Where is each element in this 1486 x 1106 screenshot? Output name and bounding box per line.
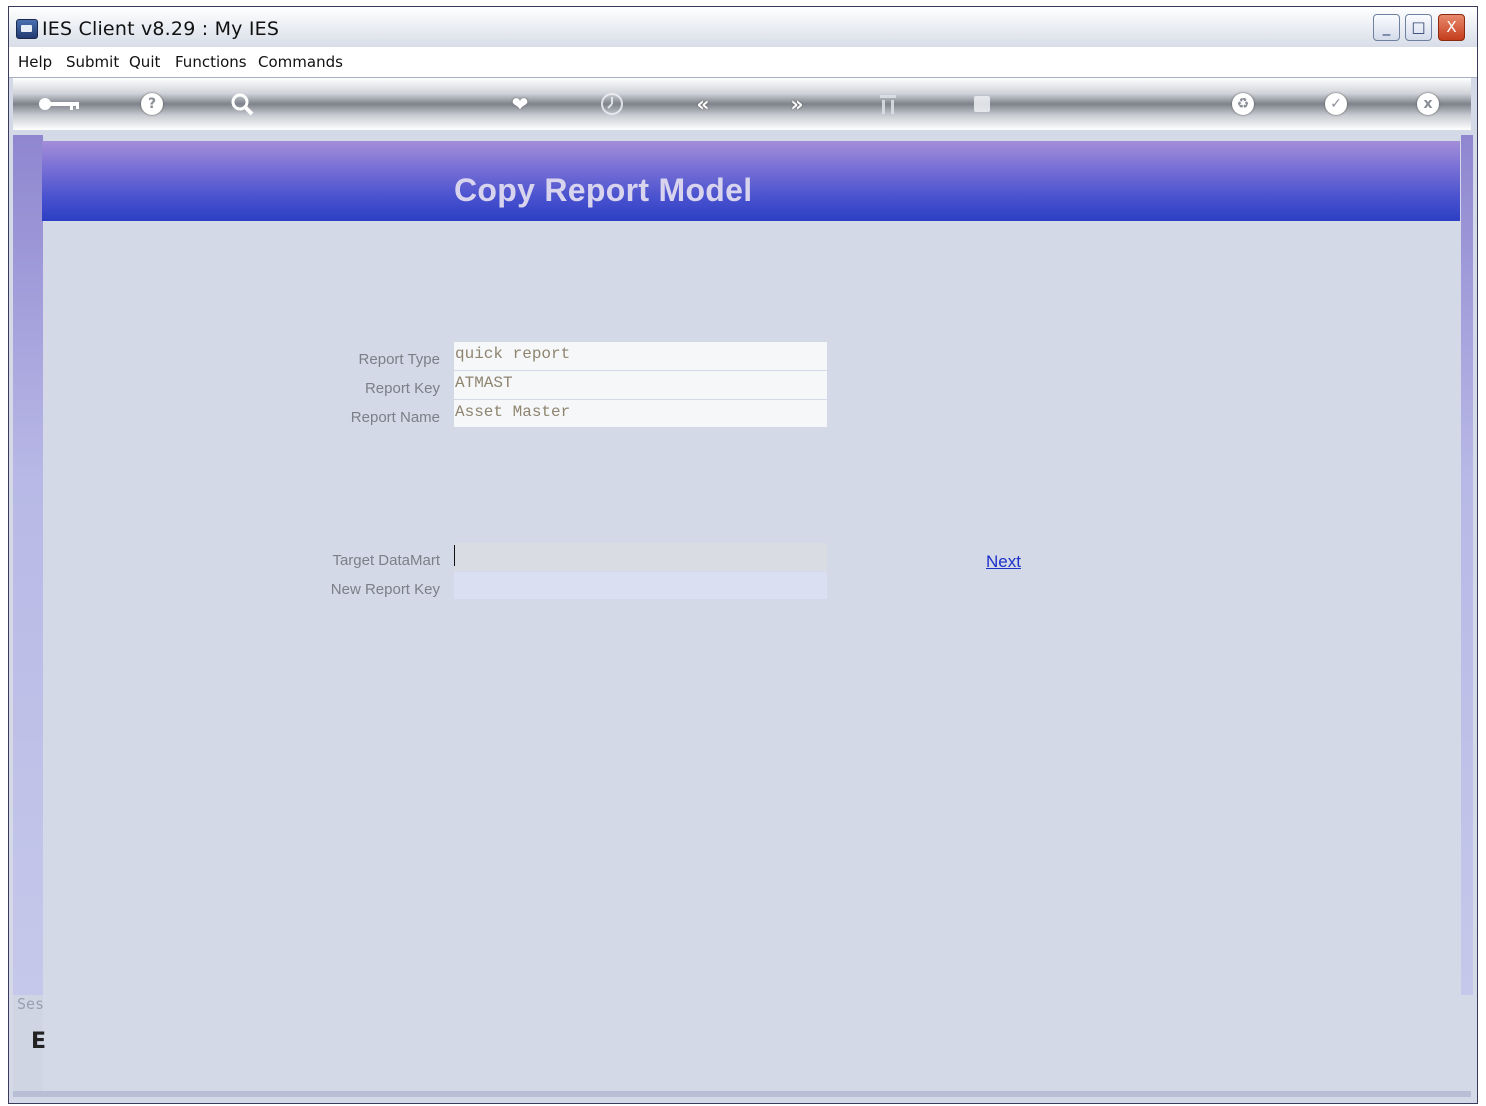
page-title: Copy Report Model [454,172,753,208]
page-header: Copy Report Model [42,141,1460,221]
report-type-field: quick report [454,342,827,370]
columns-icon[interactable] [874,91,902,117]
sidebar-glyph: E [31,1029,47,1054]
close-icon[interactable]: x [1417,93,1439,115]
recycle-icon[interactable]: ♻ [1232,93,1254,115]
menu-bar: Help Submit Quit Functions Commands [9,47,1477,78]
square-icon[interactable] [968,91,996,117]
target-datamart-label: Target DataMart [332,552,440,569]
report-name-label: Report Name [350,409,440,426]
key-icon[interactable] [35,91,85,117]
fast-forward-icon[interactable]: » [783,91,811,117]
menu-functions[interactable]: Functions [175,53,247,71]
target-datamart-input[interactable] [454,543,827,571]
heart-icon[interactable]: ❤ [506,91,534,117]
minimize-button[interactable]: _ [1373,14,1400,41]
title-bar: IES Client v8.29 : My IES _ □ X [9,7,1477,47]
rewind-icon[interactable]: « [689,91,717,117]
report-type-label: Report Type [358,351,440,368]
session-label: Ses [17,995,45,1013]
maximize-button[interactable]: □ [1405,14,1432,41]
clock-icon[interactable] [598,91,626,117]
toolbar: ? ❤ « » ♻ ✓ x [13,78,1471,130]
next-link[interactable]: Next [986,552,1021,572]
menu-help[interactable]: Help [18,53,52,71]
help-icon[interactable]: ? [141,93,163,115]
status-bar [13,1091,1471,1097]
close-window-button[interactable]: X [1438,14,1465,41]
report-key-field: ATMAST [454,371,827,399]
menu-commands[interactable]: Commands [258,53,343,71]
menu-quit[interactable]: Quit [129,53,160,71]
report-key-label: Report Key [364,380,440,397]
window-title: IES Client v8.29 : My IES [42,18,280,40]
left-sidebar [13,135,43,995]
check-icon[interactable]: ✓ [1325,93,1347,115]
app-icon [16,19,38,39]
report-name-field: Asset Master [454,400,827,427]
app-window: IES Client v8.29 : My IES _ □ X Help Sub… [8,6,1478,1104]
new-report-key-input[interactable] [454,572,827,599]
right-sidebar [1461,135,1473,995]
menu-submit[interactable]: Submit [66,53,119,71]
new-report-key-label: New Report Key [330,581,440,598]
search-icon[interactable] [229,91,257,117]
text-cursor [454,545,455,566]
